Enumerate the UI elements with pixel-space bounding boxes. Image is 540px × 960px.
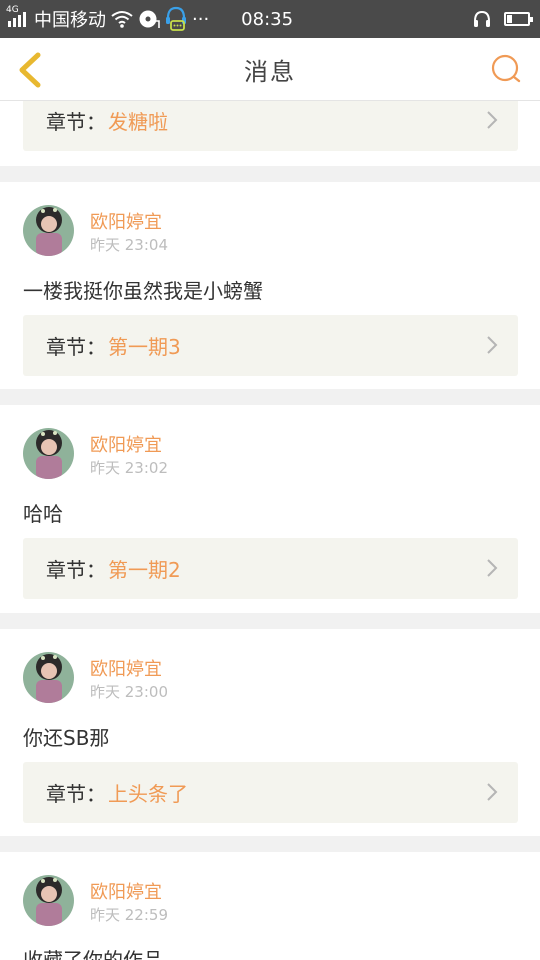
wifi-icon bbox=[110, 10, 134, 28]
avatar[interactable] bbox=[23, 652, 74, 703]
status-bar: 4G 中国移动 ··· 08:35 bbox=[0, 0, 540, 38]
music-icon bbox=[138, 9, 160, 29]
message-list[interactable]: 章节： 发糖啦 欧阳婷宜 昨天 23:04 一楼我挺你虽然我是小螃蟹 章节： 第… bbox=[0, 101, 540, 960]
comment-text: 一楼我挺你虽然我是小螃蟹 bbox=[23, 279, 263, 303]
user-avatar-image bbox=[23, 428, 74, 479]
signal-icon: 4G bbox=[6, 5, 26, 27]
chevron-right-icon bbox=[487, 336, 498, 354]
back-button[interactable] bbox=[10, 48, 50, 92]
chapter-label: 章节： bbox=[46, 110, 106, 134]
chapter-title: 发糖啦 bbox=[108, 110, 168, 134]
message-card: 欧阳婷宜 昨天 22:59 收藏了你的作品 bbox=[0, 852, 540, 960]
avatar[interactable] bbox=[23, 205, 74, 256]
avatar[interactable] bbox=[23, 428, 74, 479]
message-card: 欧阳婷宜 昨天 23:04 一楼我挺你虽然我是小螃蟹 章节： 第一期3 bbox=[0, 182, 540, 389]
message-card: 章节： 发糖啦 bbox=[0, 101, 540, 166]
avatar[interactable] bbox=[23, 875, 74, 926]
nav-bar: 消息 bbox=[0, 38, 540, 101]
chapter-link[interactable]: 章节： 上头条了 bbox=[23, 762, 518, 823]
battery-icon bbox=[504, 12, 533, 26]
carrier-name: 中国移动 bbox=[34, 10, 106, 31]
user-name[interactable]: 欧阳婷宜 bbox=[90, 208, 162, 234]
search-icon bbox=[491, 54, 521, 83]
network-type: 4G bbox=[6, 5, 19, 15]
timestamp: 昨天 23:00 bbox=[90, 683, 168, 701]
chevron-right-icon bbox=[487, 559, 498, 577]
message-card: 欧阳婷宜 昨天 23:02 哈哈 章节： 第一期2 bbox=[0, 405, 540, 613]
screen: 4G 中国移动 ··· 08:35 消息 章节： 发糖啦 欧阳婷宜 昨天 23:… bbox=[0, 0, 540, 960]
timestamp: 昨天 23:04 bbox=[90, 236, 168, 254]
timestamp: 昨天 22:59 bbox=[90, 906, 168, 924]
user-avatar-image bbox=[23, 652, 74, 703]
chevron-left-icon bbox=[19, 52, 41, 88]
chapter-title: 第一期3 bbox=[108, 335, 181, 359]
chapter-label: 章节： bbox=[46, 335, 106, 359]
chapter-title: 第一期2 bbox=[108, 558, 181, 582]
notification-icon bbox=[164, 6, 188, 32]
chevron-right-icon bbox=[487, 783, 498, 801]
user-name[interactable]: 欧阳婷宜 bbox=[90, 655, 162, 681]
message-card: 欧阳婷宜 昨天 23:00 你还SB那 章节： 上头条了 bbox=[0, 629, 540, 836]
chapter-link[interactable]: 章节： 发糖啦 bbox=[23, 101, 518, 151]
user-name[interactable]: 欧阳婷宜 bbox=[90, 431, 162, 457]
chapter-label: 章节： bbox=[46, 782, 106, 806]
comment-text: 收藏了你的作品 bbox=[23, 948, 163, 960]
chevron-right-icon bbox=[487, 111, 498, 129]
clock: 08:35 bbox=[241, 8, 294, 30]
page-title: 消息 bbox=[244, 57, 296, 86]
user-name[interactable]: 欧阳婷宜 bbox=[90, 878, 162, 904]
comment-text: 你还SB那 bbox=[23, 726, 110, 750]
timestamp: 昨天 23:02 bbox=[90, 459, 168, 477]
headset-icon bbox=[472, 9, 492, 29]
comment-text: 哈哈 bbox=[23, 502, 63, 526]
user-avatar-image bbox=[23, 205, 74, 256]
chapter-link[interactable]: 章节： 第一期3 bbox=[23, 315, 518, 376]
search-button[interactable] bbox=[488, 51, 524, 87]
chapter-title: 上头条了 bbox=[108, 782, 188, 806]
chapter-label: 章节： bbox=[46, 558, 106, 582]
more-indicator: ··· bbox=[192, 8, 210, 30]
user-avatar-image bbox=[23, 875, 74, 926]
chapter-link[interactable]: 章节： 第一期2 bbox=[23, 538, 518, 599]
